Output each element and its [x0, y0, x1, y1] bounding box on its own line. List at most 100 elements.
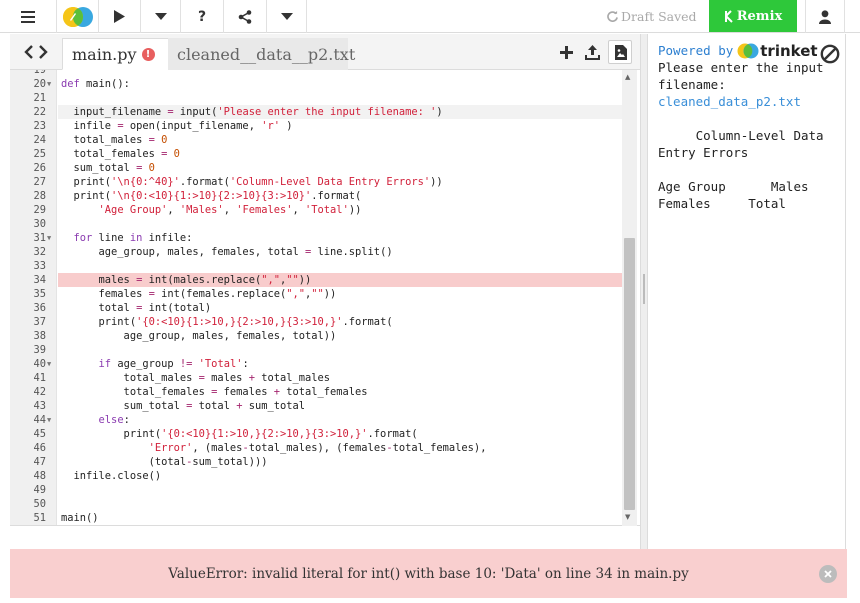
console-text: Please enter the input filename: cleaned_d… [658, 59, 845, 212]
code-line[interactable]: 48 infile.close() [33, 469, 623, 483]
line-number: 42 [33, 386, 46, 398]
code-line[interactable]: 19 [33, 70, 623, 77]
code-line[interactable]: 33 [33, 259, 623, 273]
code-text: else: [98, 414, 130, 426]
scrollbar-thumb[interactable] [624, 238, 635, 510]
trinket-brand[interactable]: trinket [737, 41, 818, 60]
add-file-button[interactable] [556, 42, 576, 62]
share-options-button[interactable] [267, 0, 307, 33]
code-text: input_filename = input('Please enter the… [61, 106, 443, 118]
code-line[interactable]: 32 age_group, males, females, total = li… [33, 245, 623, 259]
code-line[interactable]: 38 age_group, males, females, total)) [33, 329, 623, 343]
code-line[interactable]: 37 print('{0:<10}{1:>10,}{2:>10,}{3:>10,… [33, 315, 623, 329]
file-tab-bar: main.py ! cleaned__data__p2.txt [10, 34, 640, 70]
line-number: 45 [33, 428, 46, 440]
fold-arrow-icon[interactable]: ▼ [47, 77, 51, 91]
code-text: total = int(total) [61, 302, 212, 314]
console-line: Age Group Males [658, 179, 809, 194]
chevron-down-icon [280, 13, 293, 20]
splitter-grip[interactable] [643, 274, 645, 304]
code-text: (total-sum_total))) [61, 456, 268, 468]
output-console[interactable]: Powered by trinket Please enter the inpu… [648, 34, 846, 549]
code-line[interactable]: 21 [33, 91, 623, 105]
code-line[interactable]: 36 total = int(total) [33, 301, 623, 315]
pane-splitter[interactable] [640, 34, 648, 549]
code-line[interactable]: 51 main() [33, 511, 623, 525]
line-number: 30 [33, 218, 46, 230]
error-message-bar: ValueError: invalid literal for int() wi… [10, 549, 847, 598]
code-text: total_females = females + total_females [61, 386, 368, 398]
code-line[interactable]: 35 females = int(females.replace(",","")… [33, 287, 623, 301]
draft-status: Draft Saved [607, 0, 697, 33]
code-line[interactable]: 46 'Error', (males-total_males), (female… [33, 441, 623, 455]
editor-scrollbar[interactable]: ▲ ▼ [622, 70, 637, 526]
tab-main-py[interactable]: main.py ! [62, 38, 169, 70]
upload-file-button[interactable] [582, 42, 602, 62]
code-line[interactable]: 22 input_filename = input('Please enter … [33, 105, 623, 119]
code-line[interactable]: 45 print('{0:<10}{1:>10,}{2:>10,}{3:>10,… [33, 427, 623, 441]
code-line[interactable]: 24 total_males = 0 [33, 133, 623, 147]
code-line[interactable]: 30 [33, 217, 623, 231]
help-button[interactable]: ? [181, 0, 224, 33]
fold-arrow-icon[interactable]: ▼ [47, 413, 51, 427]
share-button[interactable] [224, 0, 267, 33]
code-line[interactable]: 50 [33, 497, 623, 511]
code-line[interactable]: 41 total_males = males + total_males [33, 371, 623, 385]
code-line[interactable]: 28 print('\n{0:<10}{1:>10}{2:>10}{3:>10}… [33, 189, 623, 203]
upload-icon [584, 44, 600, 60]
code-text: total_males = males + total_males [61, 372, 331, 384]
console-line: filename: [658, 77, 726, 92]
fold-arrow-icon[interactable]: ▼ [47, 231, 51, 245]
code-line[interactable]: 27 print('\n{0:^40}'.format('Column-Leve… [33, 175, 623, 189]
logo-button[interactable] [57, 0, 99, 33]
code-line[interactable]: 39 [33, 343, 623, 357]
chevron-left-icon[interactable] [24, 45, 33, 59]
code-line[interactable]: 29 'Age Group', 'Males', 'Females', 'Tot… [33, 203, 623, 217]
code-text: females = int(females.replace(",","")) [61, 288, 337, 300]
code-line[interactable]: 23 infile = open(input_filename, 'r' ) [33, 119, 623, 133]
code-text: age_group, males, females, total = line.… [61, 246, 393, 258]
code-line[interactable]: 34 males = int(males.replace(",","")) [33, 273, 623, 287]
code-line[interactable]: 31 ▼ for line in infile: [33, 231, 623, 245]
scroll-up-icon[interactable]: ▲ [625, 73, 630, 81]
code-line[interactable]: 47 (total-sum_total))) [33, 455, 623, 469]
fold-arrow-icon[interactable]: ▼ [47, 357, 51, 371]
code-lines[interactable]: 19 20 ▼ def main(): 21 22 input_filename = in… [33, 70, 623, 525]
line-number: 41 [33, 372, 46, 384]
run-options-button[interactable] [141, 0, 181, 33]
console-line: Column-Level Data [658, 128, 824, 143]
line-number: 19 [33, 70, 46, 76]
brand-label: trinket [760, 41, 818, 60]
code-line[interactable]: 40 ▼ if age_group != 'Total': [33, 357, 623, 371]
code-line[interactable]: 20 ▼ def main(): [33, 77, 623, 91]
code-line[interactable]: 26 sum_total = 0 [33, 161, 623, 175]
user-menu-button[interactable] [805, 0, 845, 33]
console-line: Please enter the input [658, 60, 824, 75]
play-icon [114, 10, 125, 23]
code-editor[interactable]: 19 20 ▼ def main(): 21 22 input_filename = in… [10, 70, 640, 526]
tab-label: cleaned__data__p2.txt [177, 44, 356, 64]
stop-icon[interactable] [820, 44, 840, 64]
code-line[interactable]: 43 sum_total = total + sum_total [33, 399, 623, 413]
scroll-down-icon[interactable]: ▼ [625, 513, 630, 521]
remix-icon [724, 9, 733, 23]
add-image-button[interactable] [608, 40, 632, 64]
code-text: print('\n{0:<10}{1:>10}{2:>10}{3:>10}'.f… [61, 190, 362, 202]
powered-by-label: Powered by [658, 43, 734, 58]
close-error-button[interactable] [819, 565, 837, 583]
tab-cleaned-data-p2-txt[interactable]: cleaned__data__p2.txt [168, 38, 355, 70]
code-line[interactable]: 49 [33, 483, 623, 497]
line-number: 28 [33, 190, 46, 202]
run-button[interactable] [99, 0, 141, 33]
tab-label: main.py [72, 44, 137, 64]
code-line[interactable]: 44 ▼ else: [33, 413, 623, 427]
code-line[interactable]: 25 total_females = 0 [33, 147, 623, 161]
remix-button[interactable]: Remix [709, 0, 797, 32]
code-line[interactable]: 42 total_females = females + total_femal… [33, 385, 623, 399]
chevron-right-icon[interactable] [39, 45, 48, 59]
code-text: total_females = 0 [61, 148, 180, 160]
menu-button[interactable] [0, 0, 57, 33]
line-number: 29 [33, 204, 46, 216]
